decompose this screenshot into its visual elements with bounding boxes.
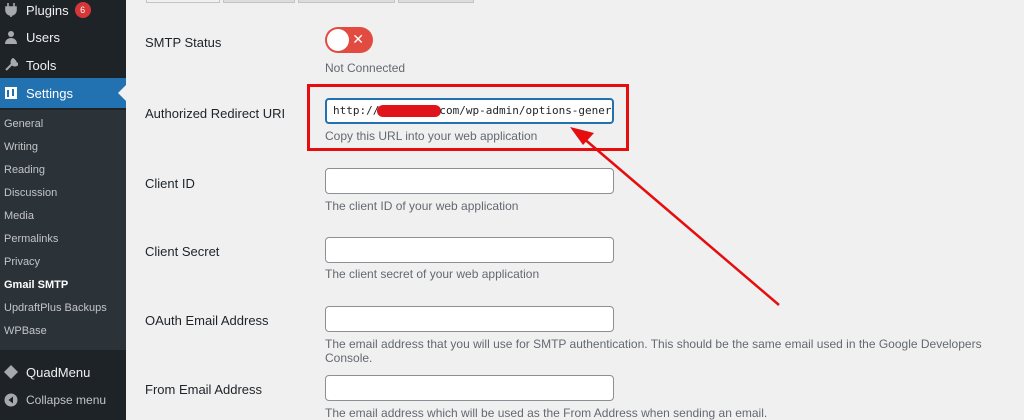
submenu-item-permalinks[interactable]: Permalinks xyxy=(4,233,58,245)
collapse-menu-button[interactable]: Collapse menu xyxy=(0,386,126,414)
sidebar-item-quadmenu[interactable]: QuadMenu xyxy=(0,358,126,386)
plugin-icon xyxy=(3,2,19,18)
client-id-description: The client ID of your web application xyxy=(325,199,519,213)
smtp-status-label: SMTP Status xyxy=(145,35,222,50)
settings-icon xyxy=(3,85,19,101)
submenu-item-media[interactable]: Media xyxy=(4,210,34,222)
toggle-knob xyxy=(327,29,349,51)
sidebar-item-settings[interactable]: Settings xyxy=(0,78,126,108)
tab-stub[interactable] xyxy=(223,0,295,3)
admin-sidebar: Plugins 6 Users Tools Settings General W… xyxy=(0,0,126,420)
from-email-input[interactable] xyxy=(325,375,614,401)
tab-stub[interactable] xyxy=(298,0,395,3)
sidebar-item-label: Collapse menu xyxy=(26,393,107,407)
sidebar-item-label: QuadMenu xyxy=(26,364,91,380)
sidebar-item-label: Users xyxy=(26,29,60,45)
update-count-badge: 6 xyxy=(74,2,91,18)
submenu-item-wpbase[interactable]: WPBase xyxy=(4,325,47,337)
submenu-item-gmail-smtp[interactable]: Gmail SMTP xyxy=(4,279,68,291)
client-id-label: Client ID xyxy=(145,176,195,191)
tab-stub[interactable] xyxy=(146,0,220,3)
sidebar-item-plugins[interactable]: Plugins 6 xyxy=(0,0,126,24)
sidebar-item-label: Tools xyxy=(26,57,57,73)
smtp-status-toggle[interactable]: ✕ xyxy=(325,27,373,53)
tab-stub[interactable] xyxy=(398,0,474,3)
users-icon xyxy=(3,29,19,45)
sidebar-item-label: Plugins xyxy=(26,2,69,18)
from-email-description: The email address which will be used as … xyxy=(325,406,768,420)
wrench-icon xyxy=(3,57,19,73)
collapse-icon xyxy=(3,392,19,408)
oauth-email-label: OAuth Email Address xyxy=(145,313,269,328)
client-id-input[interactable] xyxy=(325,168,614,194)
active-menu-arrow xyxy=(118,85,126,101)
client-secret-label: Client Secret xyxy=(145,244,220,259)
submenu-item-discussion[interactable]: Discussion xyxy=(4,187,57,199)
submenu-item-privacy[interactable]: Privacy xyxy=(4,256,40,268)
sidebar-item-users[interactable]: Users xyxy=(0,23,126,51)
sidebar-item-label: Settings xyxy=(26,85,73,101)
oauth-email-input[interactable] xyxy=(325,306,614,332)
client-secret-description: The client secret of your web applicatio… xyxy=(325,267,540,281)
submenu-item-updraftplus[interactable]: UpdraftPlus Backups xyxy=(4,302,107,314)
close-icon: ✕ xyxy=(352,31,364,47)
submenu-item-general[interactable]: General xyxy=(4,118,43,130)
submenu-item-reading[interactable]: Reading xyxy=(4,164,45,176)
settings-submenu: General Writing Reading Discussion Media… xyxy=(0,110,126,350)
smtp-status-text: Not Connected xyxy=(325,61,406,75)
from-email-label: From Email Address xyxy=(145,382,263,397)
quadmenu-icon xyxy=(3,364,19,380)
client-secret-input[interactable] xyxy=(325,237,614,263)
annotation-highlight-box xyxy=(307,84,629,151)
sidebar-item-tools[interactable]: Tools xyxy=(0,51,126,79)
submenu-item-writing[interactable]: Writing xyxy=(4,141,38,153)
redirect-uri-label: Authorized Redirect URI xyxy=(145,106,286,121)
oauth-email-description: The email address that you will use for … xyxy=(325,337,982,365)
